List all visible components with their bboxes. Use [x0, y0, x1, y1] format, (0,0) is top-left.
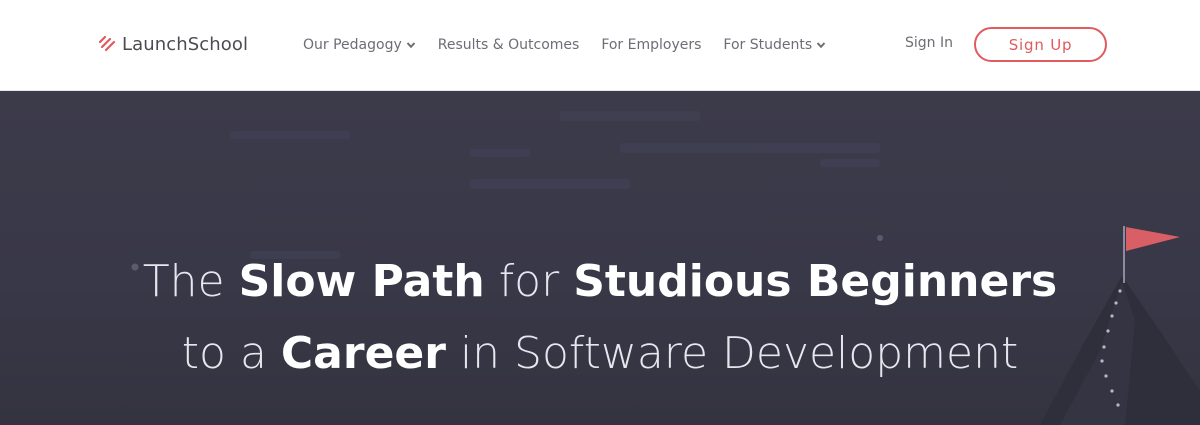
nav-link-label: Our Pedagogy	[303, 37, 402, 53]
nav-link-label: For Employers	[601, 37, 702, 53]
headline-fragment: Studious Beginners	[573, 256, 1058, 307]
headline-line-1: The Slow Path for Studious Beginners	[0, 246, 1200, 318]
logo-text: LaunchSchool	[122, 33, 249, 55]
headline-line-2: to a Career in Software Development	[0, 318, 1200, 390]
headline-fragment: Slow Path	[238, 256, 485, 307]
headline-fragment: to a	[181, 328, 281, 379]
main-nav: Our Pedagogy Results & Outcomes For Empl…	[303, 34, 848, 56]
headline-fragment: Career	[280, 328, 446, 379]
chevron-down-icon	[816, 42, 826, 49]
headline-fragment: in Software Development	[445, 328, 1019, 379]
chevron-down-icon	[406, 42, 415, 49]
hero-section: The Slow Path for Studious Beginners to …	[0, 91, 1200, 425]
launchschool-logo[interactable]: LaunchSchool	[98, 30, 248, 58]
nav-link-label: For Students	[723, 37, 813, 53]
nav-results-outcomes[interactable]: Results & Outcomes	[438, 37, 580, 53]
nav-for-employers[interactable]: For Employers	[601, 37, 701, 53]
launchschool-logo-icon	[98, 35, 116, 52]
hero-headline: The Slow Path for Studious Beginners to …	[0, 246, 1200, 390]
headline-fragment: for	[484, 256, 574, 307]
headline-fragment: The	[142, 256, 239, 307]
sign-in-link[interactable]: Sign In	[905, 35, 953, 51]
nav-our-pedagogy[interactable]: Our Pedagogy	[303, 37, 416, 53]
sign-up-button[interactable]: Sign Up	[974, 27, 1107, 62]
nav-link-label: Results & Outcomes	[437, 37, 580, 53]
nav-for-students[interactable]: For Students	[723, 37, 826, 53]
top-navbar: LaunchSchool Our Pedagogy Results & Outc…	[0, 0, 1200, 91]
